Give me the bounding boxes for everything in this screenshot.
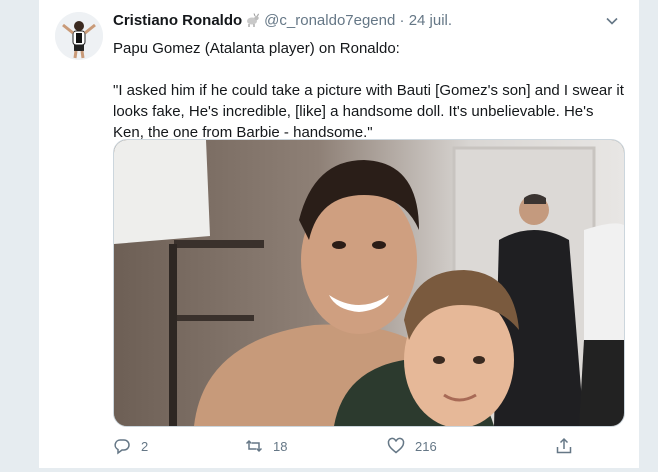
tweet-header: Cristiano Ronaldo @c_ronaldo7egend · 24 …	[113, 12, 623, 32]
like-count: 216	[415, 438, 437, 454]
retweet-count: 18	[273, 438, 288, 454]
reply-bubble-icon	[114, 439, 130, 455]
reply-count: 2	[141, 438, 149, 454]
tweet-text: Papu Gomez (Atalanta player) on Ronaldo:…	[113, 40, 624, 141]
heart-icon	[387, 437, 405, 454]
retweet-icon	[245, 439, 263, 453]
avatar[interactable]	[55, 12, 103, 60]
retweet-button[interactable]: 18	[245, 434, 287, 458]
avatar-figure-icon	[55, 12, 103, 60]
tweet-card[interactable]: Cristiano Ronaldo @c_ronaldo7egend · 24 …	[38, 0, 640, 472]
photo-image	[114, 140, 624, 426]
share-button[interactable]	[555, 434, 583, 458]
reply-button[interactable]: 2	[113, 434, 148, 458]
chevron-down-icon[interactable]	[605, 14, 619, 28]
goat-emoji-icon	[244, 13, 260, 27]
tweet-date[interactable]: 24 juil.	[409, 12, 452, 29]
like-button[interactable]: 216	[387, 434, 437, 458]
header-separator: ·	[399, 12, 405, 29]
share-icon	[556, 437, 572, 454]
author-name[interactable]: Cristiano Ronaldo	[113, 12, 242, 29]
tweet-photo[interactable]	[113, 139, 625, 427]
tweet-actions: 2 18 216	[113, 434, 573, 458]
bottom-divider	[0, 468, 658, 472]
author-handle[interactable]: @c_ronaldo7egend	[264, 12, 395, 29]
